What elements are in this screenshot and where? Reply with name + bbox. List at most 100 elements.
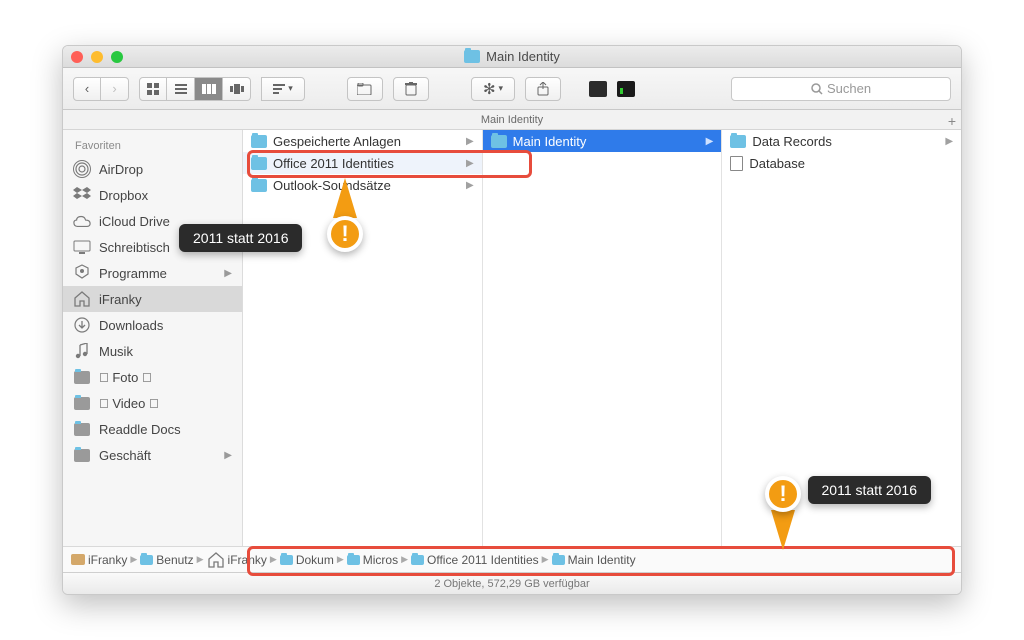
folder-icon bbox=[73, 394, 91, 412]
list-view-button[interactable] bbox=[167, 77, 195, 101]
tab-label[interactable]: Main Identity bbox=[481, 114, 543, 126]
sidebar-header: Favoriten bbox=[63, 136, 242, 156]
arrange-button[interactable]: ▾ bbox=[261, 77, 305, 101]
annotation-marker-2: ! bbox=[765, 476, 801, 512]
chevron-right-icon: ▶ bbox=[401, 554, 408, 565]
annotation-label-2: 2011 statt 2016 bbox=[808, 476, 931, 504]
path-segment-3[interactable]: Dokum bbox=[280, 553, 334, 567]
status-bar: 2 Objekte, 572,29 GB verfügbar bbox=[63, 572, 961, 594]
folder-icon bbox=[140, 555, 153, 565]
path-segment-6[interactable]: Main Identity bbox=[552, 553, 636, 567]
window-controls bbox=[71, 51, 123, 63]
apps-icon bbox=[73, 264, 91, 282]
action-button[interactable]: ✻▾ bbox=[471, 77, 515, 101]
disk-icon bbox=[71, 554, 85, 565]
chevron-right-icon: ▶ bbox=[270, 554, 277, 565]
folder-icon bbox=[251, 179, 267, 192]
col1-row-2[interactable]: Outlook-Soundsätze▶ bbox=[243, 174, 482, 196]
folder-icon bbox=[251, 135, 267, 148]
nav-buttons: ‹ › bbox=[73, 77, 129, 101]
new-tab-button[interactable]: + bbox=[948, 111, 956, 131]
folder-icon bbox=[730, 135, 746, 148]
icloud-icon bbox=[73, 212, 91, 230]
col3-row-0[interactable]: Data Records▶ bbox=[722, 130, 961, 152]
column-2[interactable]: Main Identity▶ bbox=[483, 130, 723, 546]
finder-window: Main Identity ‹ › ▾ ✻▾ Suchen bbox=[62, 45, 962, 595]
zoom-button[interactable] bbox=[111, 51, 123, 63]
new-folder-button[interactable] bbox=[347, 77, 383, 101]
sidebar-item-0[interactable]: AirDrop bbox=[63, 156, 242, 182]
path-segment-4[interactable]: Micros bbox=[347, 553, 398, 567]
chevron-right-icon: ▶ bbox=[706, 136, 714, 147]
activity-monitor-shortcut[interactable] bbox=[617, 81, 635, 97]
chevron-right-icon: ▶ bbox=[130, 554, 137, 565]
path-segment-2[interactable]: iFranky bbox=[207, 552, 267, 568]
music-icon bbox=[73, 342, 91, 360]
forward-button[interactable]: › bbox=[101, 77, 129, 101]
sidebar-item-8[interactable]:  Foto  bbox=[63, 364, 242, 390]
sidebar-item-6[interactable]: Downloads bbox=[63, 312, 242, 338]
icon-view-button[interactable] bbox=[139, 77, 167, 101]
folder-icon bbox=[73, 420, 91, 438]
path-segment-1[interactable]: Benutz bbox=[140, 553, 193, 567]
col3-row-1[interactable]: Database bbox=[722, 152, 961, 174]
sidebar-item-10[interactable]: Readdle Docs bbox=[63, 416, 242, 442]
trash-button[interactable] bbox=[393, 77, 429, 101]
folder-icon bbox=[464, 50, 480, 63]
airdrop-icon bbox=[73, 160, 91, 178]
col1-row-0[interactable]: Gespeicherte Anlagen▶ bbox=[243, 130, 482, 152]
tab-bar: Main Identity + bbox=[63, 110, 961, 130]
dropbox-icon bbox=[73, 186, 91, 204]
view-buttons bbox=[139, 77, 251, 101]
column-1[interactable]: Gespeicherte Anlagen▶Office 2011 Identit… bbox=[243, 130, 483, 546]
folder-icon bbox=[491, 135, 507, 148]
minimize-button[interactable] bbox=[91, 51, 103, 63]
col1-row-1[interactable]: Office 2011 Identities▶ bbox=[243, 152, 482, 174]
search-field[interactable]: Suchen bbox=[731, 77, 951, 101]
folder-icon bbox=[411, 555, 424, 565]
coverflow-view-button[interactable] bbox=[223, 77, 251, 101]
sidebar-item-4[interactable]: Programme▶ bbox=[63, 260, 242, 286]
sidebar-item-5[interactable]: iFranky bbox=[63, 286, 242, 312]
downloads-icon bbox=[73, 316, 91, 334]
sidebar-item-11[interactable]: Geschäft▶ bbox=[63, 442, 242, 468]
terminal-shortcut[interactable] bbox=[589, 81, 607, 97]
chevron-right-icon: ▶ bbox=[337, 554, 344, 565]
window-title: Main Identity bbox=[63, 49, 961, 64]
share-button[interactable] bbox=[525, 77, 561, 101]
folder-icon bbox=[552, 555, 565, 565]
sidebar-item-9[interactable]:  Video  bbox=[63, 390, 242, 416]
folder-icon bbox=[73, 368, 91, 386]
sidebar-item-7[interactable]: Musik bbox=[63, 338, 242, 364]
folder-icon bbox=[347, 555, 360, 565]
col2-row-0[interactable]: Main Identity▶ bbox=[483, 130, 722, 152]
status-text: 2 Objekte, 572,29 GB verfügbar bbox=[434, 578, 589, 590]
column-view-button[interactable] bbox=[195, 77, 223, 101]
sidebar-item-1[interactable]: Dropbox bbox=[63, 182, 242, 208]
path-segment-0[interactable]: iFranky bbox=[71, 553, 127, 567]
path-segment-5[interactable]: Office 2011 Identities bbox=[411, 553, 539, 567]
desktop-icon bbox=[73, 238, 91, 256]
close-button[interactable] bbox=[71, 51, 83, 63]
sidebar: Favoriten AirDropDropboxiCloud DriveSchr… bbox=[63, 130, 243, 546]
path-bar[interactable]: iFranky▶Benutz▶iFranky▶Dokum▶Micros▶Offi… bbox=[63, 546, 961, 572]
annotation-pointer-2 bbox=[771, 510, 795, 550]
search-icon bbox=[811, 83, 823, 95]
folder-icon bbox=[280, 555, 293, 565]
chevron-right-icon: ▶ bbox=[224, 268, 232, 279]
back-button[interactable]: ‹ bbox=[73, 77, 101, 101]
chevron-right-icon: ▶ bbox=[466, 180, 474, 191]
document-icon bbox=[730, 156, 743, 171]
chevron-right-icon: ▶ bbox=[466, 136, 474, 147]
chevron-right-icon: ▶ bbox=[466, 158, 474, 169]
home-icon bbox=[73, 290, 91, 308]
folder-icon bbox=[251, 157, 267, 170]
chevron-right-icon: ▶ bbox=[945, 136, 953, 147]
annotation-label-1: 2011 statt 2016 bbox=[179, 224, 302, 252]
chevron-right-icon: ▶ bbox=[197, 554, 204, 565]
annotation-marker-1: ! bbox=[327, 216, 363, 252]
home-icon bbox=[207, 552, 225, 568]
toolbar: ‹ › ▾ ✻▾ Suchen bbox=[63, 68, 961, 110]
chevron-right-icon: ▶ bbox=[542, 554, 549, 565]
window-title-text: Main Identity bbox=[486, 49, 560, 64]
